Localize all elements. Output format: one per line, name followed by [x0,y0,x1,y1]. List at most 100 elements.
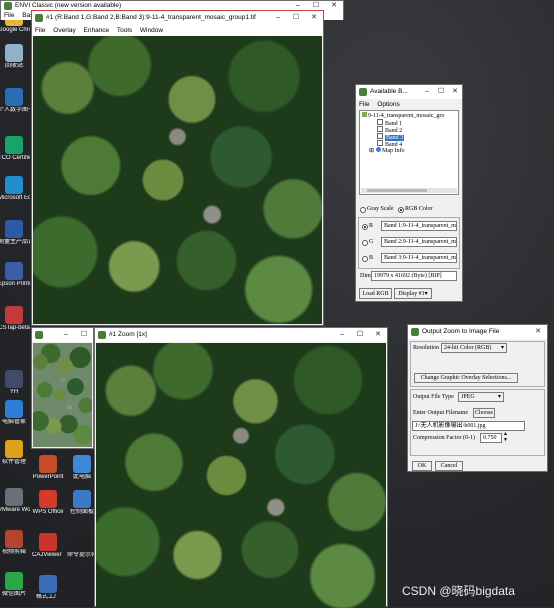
desktop-icon[interactable]: PowerPoint [32,455,64,481]
green-band-field[interactable]: Band 2:9-11-4_transparent_mo [381,237,457,247]
desktop-icon-label: 软件管理 [1,459,26,465]
desktop-icon[interactable]: CAJViewer 7.3 [32,533,64,559]
desktop-icon[interactable]: 微信图片 [0,572,30,598]
desktop-icon[interactable]: 回收站 [0,44,30,70]
menu-file[interactable]: File [359,101,369,108]
image-window[interactable]: #1 (R:Band 1,G:Band 2,B:Band 3):9-11-4_t… [31,10,324,326]
minimize-icon[interactable]: – [333,328,351,342]
desktop-icon-label: CSTap-beta [0,325,30,331]
envi-app-icon [35,331,43,339]
image-canvas[interactable] [33,36,322,324]
app-icon [5,88,23,106]
desktop-icon[interactable]: 软件管理 [0,440,30,466]
maximize-icon[interactable]: ☐ [434,85,448,99]
choose-button[interactable]: Choose [473,408,495,418]
tree-root[interactable]: 9-11-4_transparent_mosaic_gro [362,112,444,119]
desktop-icon-label: YH [9,389,19,395]
blue-channel-label: B [369,255,374,261]
desktop-icon[interactable]: CSTap-beta [0,306,30,332]
desktop-icon[interactable]: Epson Printer C... [0,262,30,288]
menu-window[interactable]: Window [140,27,163,34]
file-type-select[interactable]: JPEG ▾ [458,392,504,402]
display-dropdown-button[interactable]: Display #1▾ [394,288,432,299]
menu-options[interactable]: Options [377,101,399,108]
load-rgb-button[interactable]: Load RGB [359,288,392,299]
green-channel-radio[interactable] [362,240,368,246]
zoom-window[interactable]: #1 Zoom [1x] – ☐ ✕ [94,327,388,608]
desktop-icon-label: Microsoft Edge [0,195,30,201]
maximize-icon[interactable]: ☐ [75,328,93,342]
rgb-color-label: RGB Color [405,206,433,212]
scroll-canvas[interactable] [33,343,92,447]
cancel-button[interactable]: Cancel [435,461,463,471]
desktop-icon[interactable]: 个人数字图书馆2.1 [0,88,30,114]
chevron-down-icon: ▾ [500,345,504,351]
desktop-icon[interactable]: 测量生产品说明书 [0,220,30,246]
file-type-label: Output File Type [413,394,454,400]
rgb-color-radio[interactable] [398,207,404,213]
output-zoom-title: Output Zoom to Image File [422,328,500,335]
tree-horizontal-scrollbar[interactable] [361,188,457,193]
close-icon[interactable]: ✕ [325,1,343,11]
minimize-icon[interactable]: – [57,328,75,342]
close-icon[interactable]: ✕ [529,325,547,339]
desktop-icon-label: TCO Certified [0,155,30,161]
desktop-icon-label: PowerPoint [32,474,64,480]
expand-icon: ⊞ [369,148,375,154]
red-channel-radio[interactable] [362,224,368,230]
menu-tools[interactable]: Tools [117,27,132,34]
maximize-icon[interactable]: ☐ [351,328,369,342]
envi-app-icon [98,331,106,339]
desktop-icon-label: 电脑管家 [1,419,26,425]
close-icon[interactable]: ✕ [448,85,462,99]
desktop-icon[interactable]: YH [0,370,30,396]
band-tree[interactable]: 9-11-4_transparent_mosaic_gro Band 1 Ban… [359,110,459,195]
resolution-select[interactable]: 24-bit Color (RGB) ▾ [441,343,507,353]
compression-label: Compression Factor (0-1) [413,435,475,441]
close-icon[interactable]: ✕ [369,328,387,342]
ok-button[interactable]: OK [412,461,432,471]
desktop-icon[interactable]: VMware Workstati... [0,488,30,514]
menu-enhance[interactable]: Enhance [84,27,110,34]
blue-channel-radio[interactable] [362,256,368,262]
tree-map-info[interactable]: ⊞ Map Info [369,147,405,154]
red-band-field[interactable]: Band 1:9-11-4_transparent_mo [381,221,457,231]
gray-scale-radio[interactable] [360,207,366,213]
zoom-canvas[interactable] [96,343,386,608]
resolution-label: Resolution [413,345,440,351]
gray-scale-label: Gray Scale [367,206,394,212]
envi-app-icon [359,88,367,96]
desktop-icon[interactable]: WPS Office [32,490,64,516]
filename-input[interactable]: J:\无人机影像输出\b001.jpg [412,421,525,431]
app-icon [39,490,57,508]
app-icon [73,455,91,473]
menu-file[interactable]: File [4,12,14,19]
globe-icon [375,147,381,152]
menu-file[interactable]: File [35,27,45,34]
available-bands-title: Available B... [370,88,408,95]
blue-band-field[interactable]: Band 3:9-11-4_transparent_mo [381,253,457,263]
desktop-icon-label: 微信图片 [1,591,26,597]
output-zoom-dialog[interactable]: Output Zoom to Image File ✕ Resolution 2… [407,324,548,472]
minimize-icon[interactable]: – [269,11,287,25]
minimize-icon[interactable]: – [420,85,434,99]
desktop-icon[interactable]: 视频剪辑 [0,530,30,556]
close-icon[interactable]: ✕ [305,11,323,25]
dims-value: 19979 x 41692 (Byte) [BIP] [371,271,457,281]
desktop-icon[interactable]: 电脑管家 [0,400,30,426]
desktop-icon-label: 个人数字图书馆2.1 [0,107,30,113]
band-icon [377,133,383,139]
available-bands-window[interactable]: Available B... – ☐ ✕ File Options 9-11-4… [355,84,463,302]
maximize-icon[interactable]: ☐ [287,11,305,25]
envi-main-title: ENVI Classic (new version available) [15,2,122,9]
image-window-title: #1 (R:Band 1,G:Band 2,B:Band 3):9-11-4_t… [46,14,256,21]
desktop-icon[interactable]: TCO Certified [0,136,30,162]
spinner-icon[interactable]: ▲ ▼ [503,431,508,443]
desktop-icon[interactable]: 格式工厂 [32,575,64,601]
menu-overlay[interactable]: Overlay [53,27,75,34]
change-overlay-button[interactable]: Change Graphic Overlay Selections... [414,373,518,383]
scroll-window[interactable]: – ☐ [31,327,94,449]
compression-input[interactable]: 0.750 [480,433,502,443]
desktop-icon[interactable]: Microsoft Edge [0,176,30,202]
app-icon [73,490,91,508]
